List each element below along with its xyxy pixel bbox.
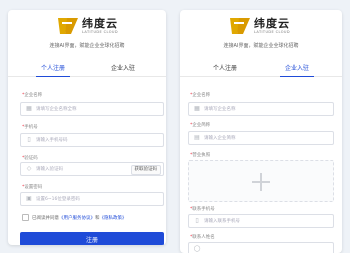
field-label-license: *营业执照	[190, 153, 211, 158]
brand-name-en: LATITUDE CLOUD	[82, 29, 118, 34]
contact-name-input[interactable]: ◯	[188, 242, 334, 253]
brand-logo: 纬度云 LATITUDE CLOUD	[56, 15, 118, 37]
field-label-company: *企业名称	[190, 93, 211, 98]
register-tabs: 个人注册 企业入驻	[180, 60, 342, 77]
agree-checkbox[interactable]	[22, 214, 29, 221]
page-subtitle: 连接AI界面，赋能企业全球化招聘	[223, 43, 299, 49]
field-label-company: *企业名称	[22, 93, 43, 98]
logo-mark-icon	[56, 16, 80, 36]
lock-icon: ▣	[26, 195, 32, 202]
register-button[interactable]: 注册	[20, 232, 164, 245]
service-agreement-link[interactable]: 《用户服务协议》	[59, 215, 95, 221]
phone-input[interactable]: ▯ 请输入手机号码	[20, 133, 164, 147]
enterprise-join-card: 纬度云 LATITUDE CLOUD 连接AI界面，赋能企业全球化招聘 个人注册…	[180, 10, 342, 253]
brand-name-en: LATITUDE CLOUD	[254, 29, 290, 34]
logo-mark-icon	[228, 16, 252, 36]
personal-register-card: 纬度云 LATITUDE CLOUD 连接AI界面，赋能企业全球化招聘 个人注册…	[8, 10, 166, 245]
company-name-input[interactable]: ▦ 请填写企业名称全称	[20, 102, 164, 116]
verification-code-input[interactable]: ◇ 请输入验证码 获取验证码	[20, 162, 164, 176]
user-icon: ◯	[193, 245, 201, 252]
privacy-policy-link[interactable]: 《隐私政策》	[100, 215, 127, 221]
tab-enterprise-join[interactable]: 企业入驻	[88, 63, 158, 72]
field-label-code: *验证码	[22, 156, 38, 161]
building-icon: ▦	[194, 105, 200, 112]
field-label-contact-phone: *联系手机号	[190, 207, 215, 212]
tab-personal-register[interactable]: 个人注册	[190, 63, 260, 72]
phone-icon: ▯	[27, 136, 31, 143]
page-subtitle: 连接AI界面，赋能企业全球化招聘	[49, 43, 125, 49]
active-tab-indicator	[36, 75, 70, 77]
tab-enterprise-join[interactable]: 企业入驻	[262, 63, 332, 72]
register-tabs: 个人注册 企业入驻	[8, 60, 166, 77]
field-label-short-name: *企业简称	[190, 123, 211, 128]
brand-name: 纬度云	[254, 16, 290, 30]
get-code-button[interactable]: 获取验证码	[130, 165, 161, 175]
tab-personal-register[interactable]: 个人注册	[18, 63, 88, 72]
brand-logo: 纬度云 LATITUDE CLOUD	[228, 15, 290, 37]
active-tab-indicator	[280, 75, 314, 77]
brand-name: 纬度云	[82, 16, 118, 30]
contact-phone-input[interactable]: ▯ 请输入联系手机号	[188, 214, 334, 228]
building-icon: ▦	[26, 105, 32, 112]
license-upload-area[interactable]	[188, 160, 334, 202]
agreement-row: 已阅读并同意 《用户服务协议》 和 《隐私政策》	[22, 214, 127, 221]
company-name-input[interactable]: ▦ 请填写企业名称	[188, 102, 334, 116]
phone-icon: ▯	[195, 217, 199, 224]
field-label-password: *设置密码	[22, 185, 43, 190]
tag-icon: ▤	[194, 134, 200, 141]
password-input[interactable]: ▣ 设置6~16位登录密码	[20, 192, 164, 206]
company-short-name-input[interactable]: ▤ 请输入企业简称	[188, 131, 334, 145]
field-label-contact-name: *联系人姓名	[190, 235, 215, 240]
field-label-phone: *手机号	[22, 125, 38, 130]
shield-icon: ◇	[26, 165, 32, 172]
